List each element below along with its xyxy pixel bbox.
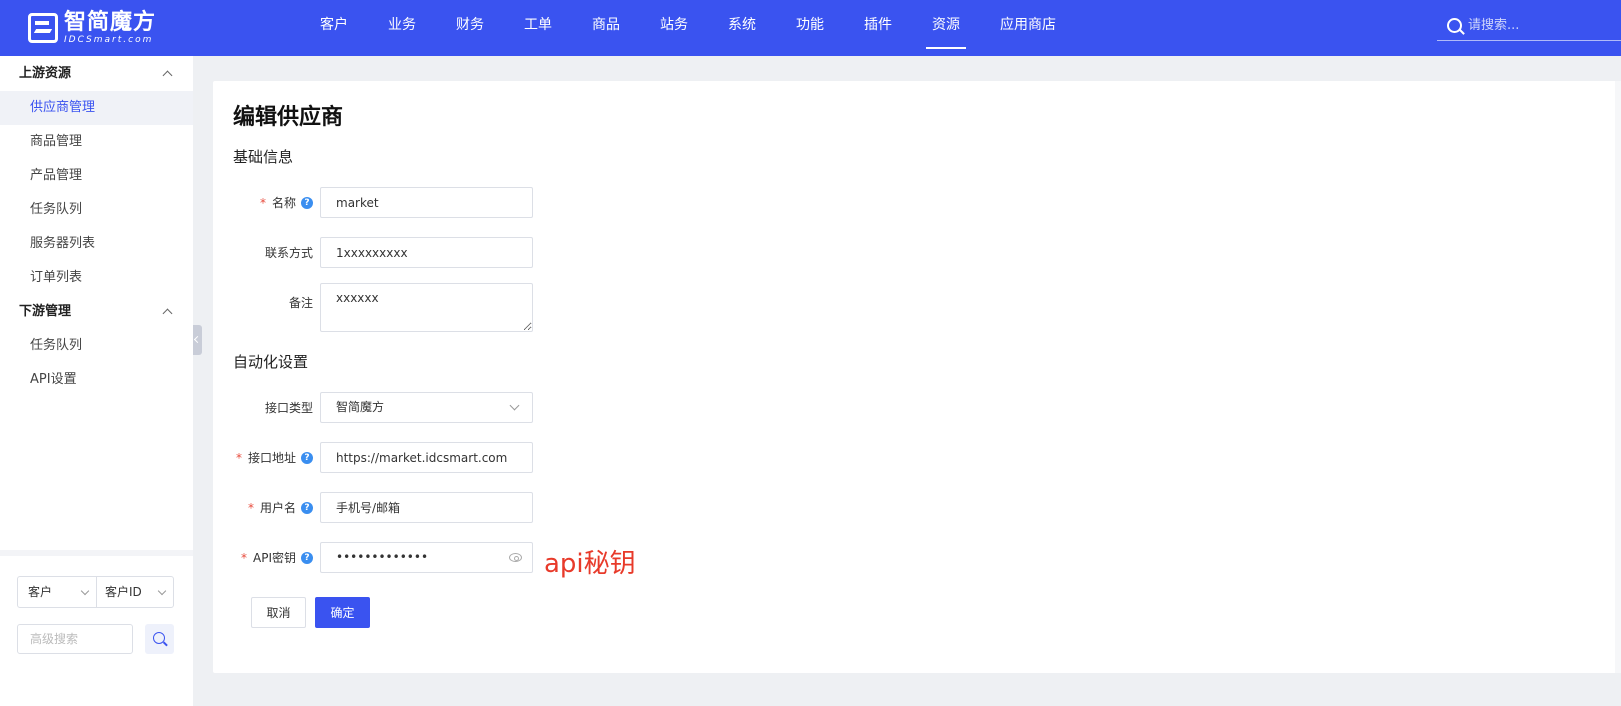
scrollbar[interactable] [1615, 81, 1621, 673]
name-input[interactable] [320, 187, 533, 218]
contact-label-text: 联系方式 [264, 246, 313, 260]
chevron-down-icon [157, 586, 167, 596]
nav-item-features[interactable]: 功能 [776, 0, 844, 56]
nav-item-business[interactable]: 业务 [368, 0, 436, 56]
sidebar-item-api-settings[interactable]: API设置 [0, 363, 193, 397]
api-type-value: 智简魔方 [336, 400, 385, 414]
global-search [1437, 11, 1621, 41]
username-label: * 用户名 ? [213, 492, 313, 523]
top-navigation-bar: 智简魔方 IDCSmart.com 客户 业务 财务 工单 商品 站务 系统 功… [0, 0, 1621, 56]
required-mark: * [235, 450, 242, 465]
filter-field-select[interactable]: 客户ID [96, 577, 173, 607]
api-type-select[interactable]: 智简魔方 [320, 392, 533, 423]
api-key-masked-value: ••••••••••••• [336, 550, 429, 564]
notes-label-text: 备注 [288, 296, 313, 310]
sidebar-group-label: 下游管理 [19, 304, 72, 319]
name-label: * 名称 ? [213, 187, 313, 218]
sidebar-item-product-management[interactable]: 产品管理 [0, 159, 193, 193]
sidebar-collapse-handle[interactable] [193, 325, 202, 355]
sidebar-group-upstream[interactable]: 上游资源 [0, 57, 193, 91]
page-title: 编辑供应商 [233, 105, 344, 130]
nav-item-customers[interactable]: 客户 [300, 0, 368, 56]
required-mark: * [247, 500, 254, 515]
main-nav: 客户 业务 财务 工单 商品 站务 系统 功能 插件 资源 应用商店 [300, 0, 1076, 56]
logo-title: 智简魔方 [64, 9, 157, 35]
logo-text: 智简魔方 IDCSmart.com [64, 9, 157, 45]
nav-item-plugins[interactable]: 插件 [844, 0, 912, 56]
section-title-basic: 基础信息 [233, 148, 294, 166]
api-type-label: 接口类型 [213, 392, 313, 423]
required-mark: * [241, 550, 247, 565]
username-input[interactable] [320, 492, 533, 523]
chevron-up-icon [162, 70, 173, 81]
api-url-label: * 接口地址 ? [213, 442, 313, 473]
sidebar-group-label: 上游资源 [19, 66, 72, 81]
nav-item-finance[interactable]: 财务 [436, 0, 504, 56]
api-key-input[interactable]: ••••••••••••• [320, 542, 533, 573]
nav-item-products[interactable]: 商品 [572, 0, 640, 56]
search-icon [153, 632, 165, 644]
sidebar-item-downstream-task-queue[interactable]: 任务队列 [0, 329, 193, 363]
contact-input[interactable] [320, 237, 533, 268]
help-icon[interactable]: ? [301, 551, 313, 564]
logo-icon [28, 13, 58, 43]
sidebar-item-task-queue[interactable]: 任务队列 [0, 193, 193, 227]
notes-label: 备注 [213, 287, 313, 318]
api-type-label-text: 接口类型 [264, 401, 313, 415]
chevron-down-icon [80, 586, 90, 596]
sidebar-item-server-list[interactable]: 服务器列表 [0, 227, 193, 261]
confirm-button[interactable]: 确定 [315, 597, 370, 628]
logo[interactable]: 智简魔方 IDCSmart.com [28, 10, 156, 46]
chevron-up-icon [162, 308, 173, 319]
help-icon[interactable]: ? [301, 501, 313, 514]
notes-textarea[interactable]: xxxxxx [320, 283, 533, 332]
sidebar-item-supplier-management[interactable]: 供应商管理 [0, 91, 193, 125]
required-mark: * [259, 195, 266, 210]
username-label-text: 用户名 [259, 501, 296, 515]
api-key-label-text: API密钥 [253, 551, 296, 565]
name-label-text: 名称 [271, 196, 296, 210]
edit-supplier-card: 编辑供应商 基础信息 * 名称 ? 联系方式 备注 xxxxxx 自动化设置 接… [213, 81, 1621, 673]
advanced-search-input[interactable] [17, 624, 133, 654]
chevron-down-icon [509, 400, 520, 411]
help-icon[interactable]: ? [301, 196, 313, 209]
sidebar: 上游资源 供应商管理 商品管理 产品管理 任务队列 服务器列表 订单列表 下游管… [0, 56, 193, 706]
sidebar-group-downstream[interactable]: 下游管理 [0, 295, 193, 329]
nav-item-resources[interactable]: 资源 [912, 0, 980, 56]
logo-subtitle: IDCSmart.com [64, 34, 154, 45]
cancel-button[interactable]: 取消 [251, 597, 306, 628]
search-filter-selects: 客户 客户ID [17, 576, 174, 608]
eye-icon[interactable] [509, 553, 522, 562]
api-key-annotation: api秘钥 [544, 549, 636, 579]
help-icon[interactable]: ? [301, 451, 313, 464]
section-title-automation: 自动化设置 [233, 353, 309, 371]
advanced-search-button[interactable] [145, 624, 174, 654]
filter-field-value: 客户ID [105, 585, 142, 599]
api-url-label-text: 接口地址 [247, 451, 296, 465]
global-search-input[interactable] [1466, 17, 1606, 34]
contact-label: 联系方式 [213, 237, 313, 268]
filter-type-select[interactable]: 客户 [18, 577, 96, 607]
sidebar-advanced-search: 客户 客户ID [0, 550, 193, 706]
sidebar-item-goods-management[interactable]: 商品管理 [0, 125, 193, 159]
filter-type-value: 客户 [28, 585, 53, 599]
nav-item-site-affairs[interactable]: 站务 [640, 0, 708, 56]
nav-item-app-store[interactable]: 应用商店 [980, 0, 1076, 56]
api-key-label: * API密钥 ? [213, 542, 313, 573]
sidebar-item-order-list[interactable]: 订单列表 [0, 261, 193, 295]
search-icon[interactable] [1447, 18, 1462, 33]
api-url-input[interactable] [320, 442, 533, 473]
nav-item-system[interactable]: 系统 [708, 0, 776, 56]
nav-item-tickets[interactable]: 工单 [504, 0, 572, 56]
